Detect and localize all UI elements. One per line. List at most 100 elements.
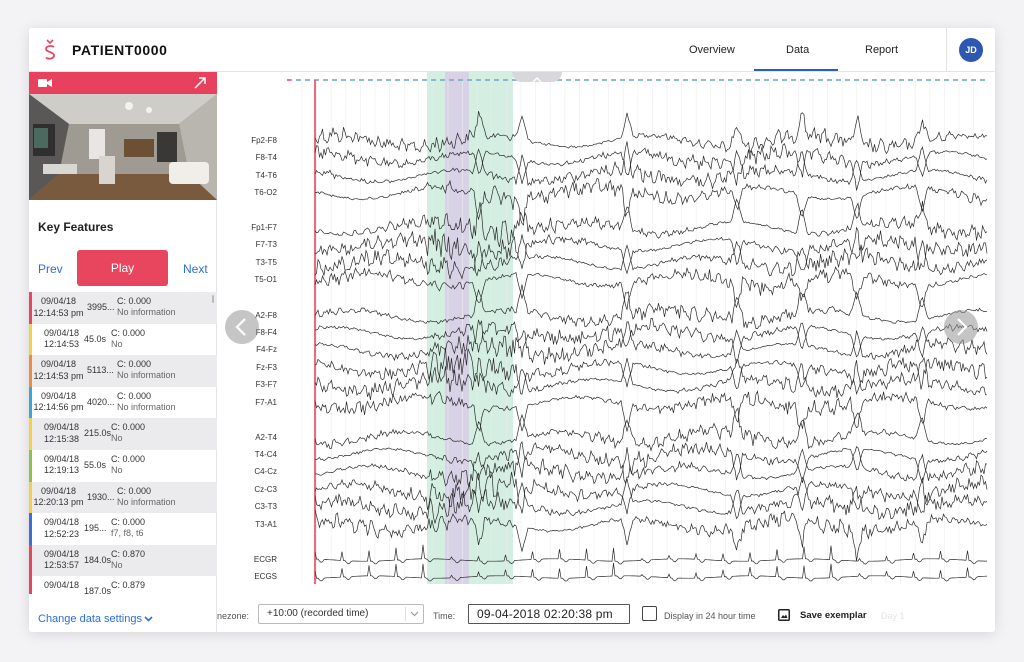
- event-time: 12:14:56 pm: [33, 402, 84, 413]
- event-highlight-green: [427, 72, 513, 584]
- top-header: PATIENT0000 Overview Data Report JD: [29, 28, 995, 72]
- event-duration: 4020...: [87, 396, 115, 407]
- channel-label: Fp1-F7: [251, 223, 277, 232]
- event-duration: 5113...: [87, 365, 114, 376]
- app-logo-icon[interactable]: [43, 39, 57, 61]
- event-row[interactable]: 09/04/18 12:14:53 pm 3995... C: 0.000 No inf…: [29, 292, 217, 324]
- event-time: 12:19:13: [43, 465, 80, 476]
- event-confidence: C: 0.000: [117, 359, 152, 370]
- event-color-marker: [29, 576, 32, 594]
- event-date: 09/04/18: [43, 580, 80, 591]
- event-row[interactable]: 09/04/18 12:15:38 215.0s C: 0.000 No: [29, 418, 217, 450]
- event-duration: 3995...: [87, 302, 115, 312]
- tab-overview[interactable]: Overview: [689, 44, 735, 56]
- event-confidence: C: 0.000: [117, 296, 152, 306]
- event-confidence: C: 0.000: [111, 453, 146, 464]
- timezone-label: nezone:: [217, 611, 250, 621]
- play-button[interactable]: Play: [77, 250, 168, 286]
- event-time: 12:20:13 pm: [33, 497, 84, 508]
- event-datetime: 09/04/18 12:15:38: [34, 422, 89, 445]
- expand-arrow-icon[interactable]: [193, 76, 207, 90]
- scroll-right-button[interactable]: [944, 310, 978, 344]
- channel-label: F8-T4: [255, 153, 277, 162]
- tab-data[interactable]: Data: [786, 44, 809, 56]
- event-row[interactable]: 09/04/18 12:19:13 55.0s C: 0.000 No: [29, 449, 217, 482]
- events-scrollbar[interactable]: [212, 295, 214, 303]
- event-confidence: C: 0.870: [111, 548, 146, 559]
- event-color-marker: [29, 449, 32, 482]
- eeg-traces[interactable]: [217, 72, 995, 584]
- patient-name: PATIENT0000: [72, 42, 168, 58]
- prev-button[interactable]: Prev: [38, 262, 63, 276]
- event-time: 12:14:53 pm: [33, 307, 84, 318]
- channel-label: Cz-C3: [254, 485, 277, 494]
- next-button[interactable]: Next: [183, 262, 208, 276]
- display-24h-checkbox[interactable]: [642, 606, 657, 621]
- channel-label: Fz-F3: [256, 363, 277, 372]
- save-image-icon[interactable]: [778, 609, 790, 621]
- event-date: 09/04/18: [40, 296, 77, 306]
- event-row[interactable]: 09/04/18 12:14:53 pm 5113... C: 0.000 No inf…: [29, 355, 217, 387]
- event-date: 09/04/18: [43, 453, 80, 464]
- chevron-left-icon: [235, 318, 246, 336]
- display-24h-label: Display in 24 hour time: [664, 611, 756, 621]
- event-date: 09/04/18: [43, 548, 80, 559]
- video-thumbnail[interactable]: [29, 94, 217, 200]
- event-datetime: 09/04/18 12:19:13: [34, 454, 89, 477]
- change-data-settings-link[interactable]: Change data settings: [38, 613, 142, 625]
- bottom-toolbar: nezone: +10:00 (recorded time) Time: 09-…: [217, 584, 995, 632]
- event-confidence: C: 0.000: [117, 390, 152, 401]
- event-row[interactable]: 09/04/18 12:52:23 195... C: 0.000 f7, f8, t6: [29, 513, 217, 545]
- sidebar: Key Features Prev Play Next 09/04/18 12:1…: [29, 72, 217, 632]
- event-row[interactable]: 09/04/18 12:14:53 45.0s C: 0.000 No: [29, 323, 217, 356]
- event-datetime: 09/04/18 12:20:13 pm: [31, 486, 86, 509]
- event-time: 12:53:57: [43, 560, 80, 571]
- channel-label: ECGR: [253, 555, 277, 564]
- channel-label: F7-A1: [255, 398, 277, 407]
- event-color-marker: [29, 513, 32, 545]
- event-confidence: C: 0.000: [117, 485, 152, 496]
- event-duration: 55.0s: [84, 459, 107, 470]
- time-input[interactable]: 09-04-2018 02:20:38 pm: [468, 604, 630, 624]
- event-confidence: C: 0.000: [111, 517, 146, 528]
- channel-label: T3-T5: [255, 258, 277, 267]
- event-duration: 45.0s: [84, 333, 107, 344]
- event-info: No information: [117, 307, 176, 317]
- event-datetime: 09/04/18: [34, 580, 89, 592]
- event-row[interactable]: 09/04/18 12:53:57 184.0s C: 0.870 No: [29, 544, 217, 577]
- save-exemplar-button[interactable]: Save exemplar: [800, 610, 867, 621]
- key-features-title: Key Features: [38, 220, 114, 234]
- event-info: No: [111, 464, 123, 475]
- channel-label: C3-T3: [254, 502, 277, 511]
- eeg-viewer[interactable]: Fp2-F8 F8-T4 T4-T6 T6-O2 Fp1-F7 F7-T3 T3-T5 T5-…: [217, 72, 995, 584]
- channel-label: F7-T3: [255, 240, 277, 249]
- event-date: 09/04/18: [43, 422, 80, 433]
- header-divider: [946, 28, 947, 72]
- chevron-down-icon[interactable]: [144, 616, 153, 622]
- event-row[interactable]: 09/04/18 12:14:56 pm 4020... C: 0.000 No inf…: [29, 386, 217, 419]
- channel-label: T5-O1: [254, 275, 277, 284]
- event-row[interactable]: 09/04/18 187.0s C: 0.879: [29, 576, 217, 594]
- event-row[interactable]: 09/04/18 12:20:13 pm 1930... C: 0.000 No inf…: [29, 481, 217, 514]
- channel-label: T6-O2: [254, 188, 277, 197]
- collapse-handle[interactable]: [512, 72, 562, 83]
- dropdown-caret-icon[interactable]: [410, 611, 419, 617]
- event-info: No information: [117, 370, 176, 381]
- event-info: No: [111, 433, 123, 444]
- app-window: PATIENT0000 Overview Data Report JD Key …: [29, 28, 995, 632]
- event-time: 12:14:53 pm: [33, 370, 84, 381]
- event-confidence: C: 0.000: [111, 422, 146, 433]
- tab-report[interactable]: Report: [865, 44, 898, 56]
- event-confidence: C: 0.879: [111, 580, 146, 591]
- event-date: 09/04/18: [43, 517, 80, 528]
- event-color-marker: [29, 544, 32, 577]
- chevron-up-icon: [532, 77, 542, 83]
- channel-label: ECGS: [254, 572, 277, 581]
- event-color-marker: [29, 323, 32, 356]
- events-list[interactable]: 09/04/18 12:14:53 pm 3995... C: 0.000 No inf…: [29, 292, 217, 594]
- timezone-select[interactable]: +10:00 (recorded time): [258, 604, 424, 624]
- channel-label: F3-F7: [255, 380, 277, 389]
- channel-label: T3-A1: [255, 520, 277, 529]
- user-avatar[interactable]: JD: [959, 38, 983, 62]
- scroll-left-button[interactable]: [225, 310, 259, 344]
